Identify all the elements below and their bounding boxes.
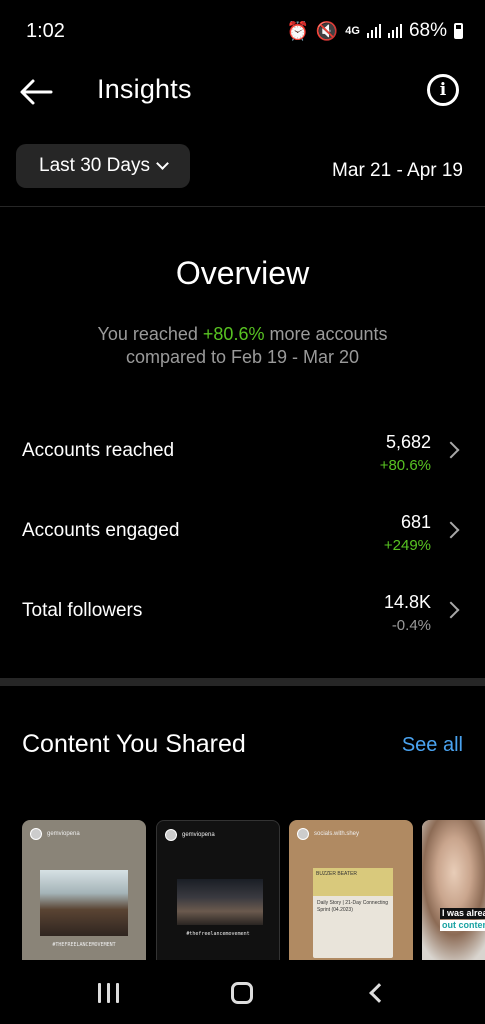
video-still <box>422 820 485 960</box>
chevron-down-icon <box>156 157 169 170</box>
signal-icon <box>366 24 381 38</box>
thumb-caption: #THEFREELANCEMOVEMENT <box>52 942 116 948</box>
story-card: BUZZER BEATER Daily Story | 21-Day Conne… <box>313 868 393 958</box>
home-button[interactable] <box>222 978 262 1008</box>
recents-icon <box>97 983 119 1003</box>
metric-value: 5,682 <box>385 432 431 452</box>
avatar <box>297 828 309 840</box>
status-icons: ⏰ 🔇 4G 68% <box>286 20 463 42</box>
mute-icon: 🔇 <box>315 20 339 41</box>
content-thumbnail[interactable]: gemviopena #THEFREELANCEMOVEMENT <box>22 820 146 960</box>
metric-value: 14.8K <box>383 592 431 612</box>
status-time: 1:02 <box>26 20 65 42</box>
story-card-title: Daily Story | 21-Day Connecting Sprint (… <box>317 900 389 913</box>
summary-suffix: more accounts <box>264 324 388 344</box>
thumb-header: gemviopena <box>30 828 80 840</box>
thumb-username: gemviopena <box>182 832 215 838</box>
summary-prefix: You reached <box>97 324 203 344</box>
content-thumbnail[interactable]: socials.with.shey BUZZER BEATER Daily St… <box>289 820 413 960</box>
summary-comparison: compared to Feb 19 - Mar 20 <box>125 347 360 367</box>
date-range-selected: Last 30 Days <box>39 155 150 176</box>
info-icon: i <box>439 80 447 100</box>
metric-change: +249% <box>383 537 431 554</box>
metric-change: -0.4% <box>391 617 431 634</box>
thumb-header: socials.with.shey <box>297 828 359 840</box>
metric-label: Accounts reached <box>22 440 175 461</box>
see-all-link[interactable]: See all <box>402 734 463 757</box>
chevron-right-icon <box>442 601 460 619</box>
back-arrow-icon <box>20 79 53 105</box>
battery-percent: 68% <box>408 20 447 41</box>
thumb-caption: #thefreelancemovement <box>186 931 250 937</box>
group-photo <box>40 870 128 936</box>
metric-label: Total followers <box>22 600 143 621</box>
date-range-dropdown[interactable]: Last 30 Days <box>16 144 190 188</box>
chevron-right-icon <box>442 441 460 459</box>
chevron-right-icon <box>442 521 460 539</box>
overview-title: Overview <box>175 255 310 291</box>
metric-value: 681 <box>400 512 431 532</box>
overview-summary: You reached +80.6% more accounts compare… <box>0 323 485 369</box>
home-icon <box>231 982 253 1004</box>
overlay-line: out conten <box>440 920 485 931</box>
avatar <box>165 829 177 841</box>
signal-2-icon <box>387 24 402 38</box>
content-thumbnails: gemviopena #THEFREELANCEMOVEMENT gemviop… <box>22 820 485 960</box>
metric-accounts-reached[interactable]: Accounts reached 5,682 +80.6% <box>0 432 485 488</box>
system-back-button[interactable] <box>358 978 398 1008</box>
page-title: Insights <box>97 74 192 104</box>
date-range-label: Mar 21 - Apr 19 <box>332 160 463 181</box>
network-type: 4G <box>345 25 360 37</box>
insights-screen: 1:02 ⏰ 🔇 4G 68% Insights i Last 30 Days … <box>0 0 485 1024</box>
status-bar: 1:02 ⏰ 🔇 4G 68% <box>0 0 485 62</box>
content-thumbnail[interactable]: gemviopena #thefreelancemovement <box>156 820 280 960</box>
info-button[interactable]: i <box>427 74 459 106</box>
group-photo <box>177 879 263 925</box>
content-thumbnail[interactable]: I was alrea out conten <box>422 820 485 960</box>
avatar <box>30 828 42 840</box>
thumb-username: gemviopena <box>47 831 80 837</box>
thumb-username: socials.with.shey <box>314 831 360 837</box>
header: Insights i <box>0 62 485 122</box>
section-divider <box>0 678 485 686</box>
summary-change: +80.6% <box>202 324 265 344</box>
back-button[interactable] <box>18 76 58 108</box>
thumb-header: gemviopena <box>165 829 215 841</box>
content-section-title: Content You Shared <box>22 730 246 758</box>
nav-back-icon <box>369 983 389 1003</box>
overlay-line: I was alrea <box>440 908 485 919</box>
story-card-header: BUZZER BEATER <box>313 868 393 896</box>
divider <box>0 206 485 207</box>
alarm-icon: ⏰ <box>286 20 309 41</box>
metric-change: +80.6% <box>379 457 431 474</box>
battery-icon <box>454 23 463 39</box>
metric-total-followers[interactable]: Total followers 14.8K -0.4% <box>0 592 485 648</box>
thumb-overlay-text: I was alrea out conten <box>440 908 485 932</box>
metric-accounts-engaged[interactable]: Accounts engaged 681 +249% <box>0 512 485 568</box>
metric-label: Accounts engaged <box>22 520 180 541</box>
recents-button[interactable] <box>88 978 128 1008</box>
system-nav-bar <box>0 960 485 1024</box>
